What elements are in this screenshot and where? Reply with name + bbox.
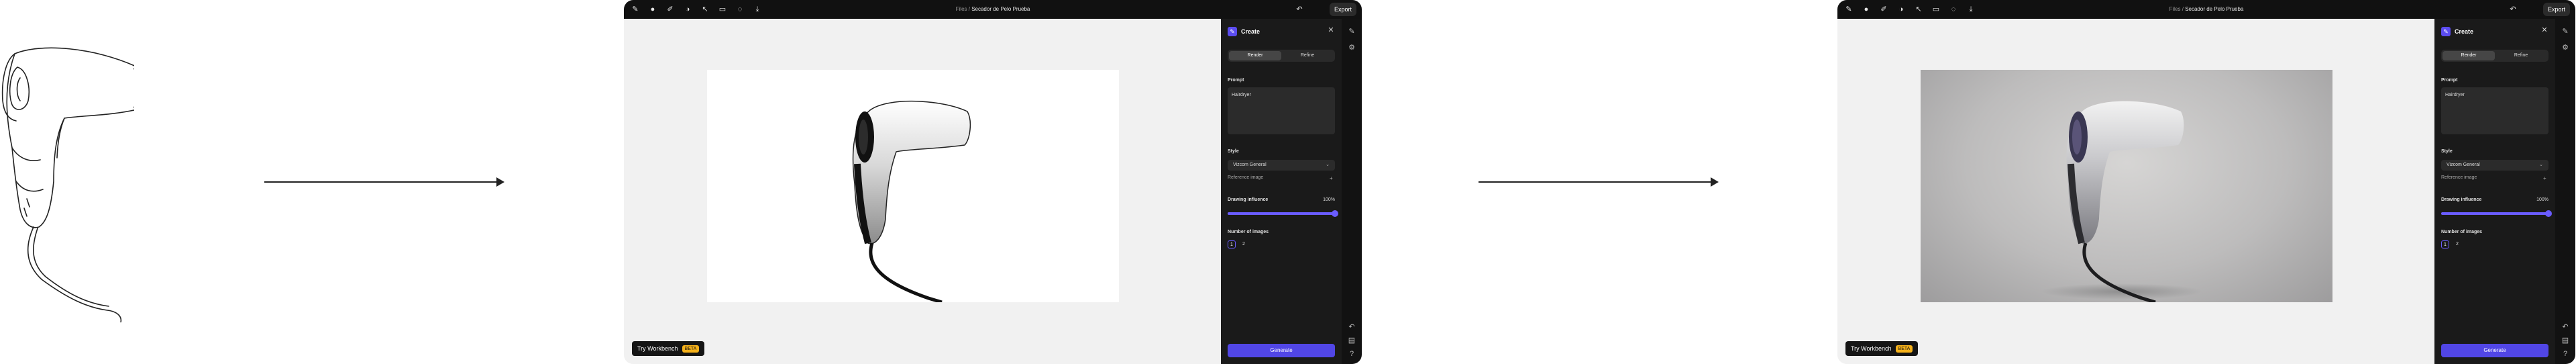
add-reference-icon[interactable]: + <box>1330 175 1333 181</box>
right-rail: ✎ ⚙ ↶ ▤ ? <box>1342 19 1362 364</box>
style-label: Style <box>2441 149 2453 154</box>
create-panel: ✎ Create ✕ Render Refine Prompt Hairdrye… <box>2434 19 2555 364</box>
num-images-option[interactable]: 1 <box>2441 240 2449 248</box>
tab-refine[interactable]: Refine <box>1281 51 1334 60</box>
create-panel: ✎ Create ✕ Render Refine Prompt Hairdrye… <box>1221 19 1342 364</box>
prompt-input[interactable]: Hairdryer <box>2441 87 2548 134</box>
hairdryer-sketch <box>1 47 134 322</box>
layers-icon[interactable]: ▤ <box>2561 336 2570 345</box>
try-workbench-button[interactable]: Try Workbench BETA <box>632 341 705 356</box>
canvas[interactable]: Try Workbench BETA <box>1837 19 2434 364</box>
help-icon[interactable]: ? <box>2561 349 2570 359</box>
slider-handle[interactable] <box>2545 210 2552 217</box>
brush-icon[interactable]: ✎ <box>1347 27 1356 36</box>
panel-title: Create <box>2455 28 2474 35</box>
export-button[interactable]: Export <box>1330 3 1356 16</box>
influence-slider[interactable] <box>1228 210 1338 217</box>
prompt-input[interactable]: Hairdryer <box>1228 87 1335 134</box>
beta-badge: BETA <box>682 345 700 353</box>
right-rail: ✎ ⚙ ↶ ▤ ? <box>2555 19 2575 364</box>
slider-fill <box>1228 212 1335 215</box>
undo-icon[interactable]: ↶ <box>1347 322 1356 332</box>
num-images-label: Number of images <box>2441 230 2483 234</box>
breadcrumb-document[interactable]: Secador de Pelo Prueba <box>971 6 1030 12</box>
breadcrumb: Files / Secador de Pelo Prueba <box>2169 6 2244 12</box>
breadcrumb-document[interactable]: Secador de Pelo Prueba <box>2185 6 2243 12</box>
beta-badge: BETA <box>1895 345 1913 353</box>
render-output <box>707 70 1119 302</box>
prompt-label: Prompt <box>2441 78 2458 83</box>
app-window: ✎ ● ✐ ◑ ↖ ▭ ◌ ⤓ Files / Secador de Pelo … <box>624 0 1362 364</box>
try-workbench-button[interactable]: Try Workbench BETA <box>1845 341 1919 356</box>
generate-button[interactable]: Generate <box>1228 344 1335 357</box>
close-icon[interactable]: ✕ <box>2540 26 2548 34</box>
chevron-down-icon: ⌄ <box>2539 163 2543 167</box>
influence-value: 100% <box>2536 197 2548 202</box>
app-window: ✎ ● ✐ ◑ ↖ ▭ ◌ ⤓ Files / Secador de Pelo … <box>1837 0 2575 364</box>
panel-title: Create <box>1241 28 1260 35</box>
num-images-option[interactable]: 2 <box>2453 240 2461 248</box>
num-images-label: Number of images <box>1228 230 1269 234</box>
hairdryer-render <box>852 100 971 302</box>
mode-tabs: Render Refine <box>2441 50 2548 62</box>
tab-refine[interactable]: Refine <box>2495 51 2547 60</box>
settings-icon[interactable]: ⚙ <box>1347 43 1356 52</box>
canvas[interactable]: Try Workbench BETA <box>624 19 1221 364</box>
brush-icon[interactable]: ✎ <box>2561 27 2570 36</box>
chevron-down-icon: ⌄ <box>1326 163 1330 167</box>
generate-icon: ✎ <box>2441 27 2451 36</box>
layers-icon[interactable]: ▤ <box>1347 336 1356 345</box>
influence-slider[interactable] <box>2441 210 2552 217</box>
close-icon[interactable]: ✕ <box>1327 26 1335 34</box>
influence-label: Drawing influence <box>2441 197 2482 202</box>
generate-icon: ✎ <box>1228 27 1237 36</box>
slider-handle[interactable] <box>1332 210 1338 217</box>
undo-icon[interactable]: ↶ <box>2561 322 2570 332</box>
num-images-option[interactable]: 2 <box>1240 240 1248 248</box>
hairdryer-render <box>2041 101 2202 302</box>
help-icon[interactable]: ? <box>1347 349 1356 359</box>
stage: ✎ ● ✐ ◑ ↖ ▭ ◌ ⤓ Files / Secador de Pelo … <box>0 0 2576 364</box>
num-images-option[interactable]: 1 <box>1228 240 1236 248</box>
top-toolbar: ✎ ● ✐ ◑ ↖ ▭ ◌ ⤓ Files / Secador de Pelo … <box>624 0 1362 19</box>
slider-fill <box>2441 212 2548 215</box>
influence-label: Drawing influence <box>1228 197 1269 202</box>
undo-icon[interactable]: ↶ <box>2508 5 2518 14</box>
style-select[interactable]: Vizcom General ⌄ <box>2441 160 2548 171</box>
settings-icon[interactable]: ⚙ <box>2561 43 2570 52</box>
breadcrumb: Files / Secador de Pelo Prueba <box>955 6 1030 12</box>
breadcrumb-folder[interactable]: Files <box>956 6 967 12</box>
breadcrumb-folder[interactable]: Files <box>2169 6 2181 12</box>
export-button[interactable]: Export <box>2543 3 2570 16</box>
tab-render[interactable]: Render <box>1229 51 1281 60</box>
undo-icon[interactable]: ↶ <box>1295 5 1304 14</box>
style-label: Style <box>1228 149 1239 154</box>
process-arrow <box>1479 175 1719 189</box>
process-arrow <box>264 175 504 189</box>
reference-image-label[interactable]: Reference image <box>2441 175 2477 180</box>
tab-render[interactable]: Render <box>2443 51 2495 60</box>
prompt-label: Prompt <box>1228 78 1244 83</box>
style-select[interactable]: Vizcom General ⌄ <box>1228 160 1335 171</box>
top-toolbar: ✎ ● ✐ ◑ ↖ ▭ ◌ ⤓ Files / Secador de Pelo … <box>1837 0 2575 19</box>
mode-tabs: Render Refine <box>1228 50 1335 62</box>
add-reference-icon[interactable]: + <box>2543 175 2546 181</box>
reference-image-label[interactable]: Reference image <box>1228 175 1263 180</box>
influence-value: 100% <box>1323 197 1335 202</box>
render-output <box>1921 70 2332 302</box>
generate-button[interactable]: Generate <box>2441 344 2548 357</box>
